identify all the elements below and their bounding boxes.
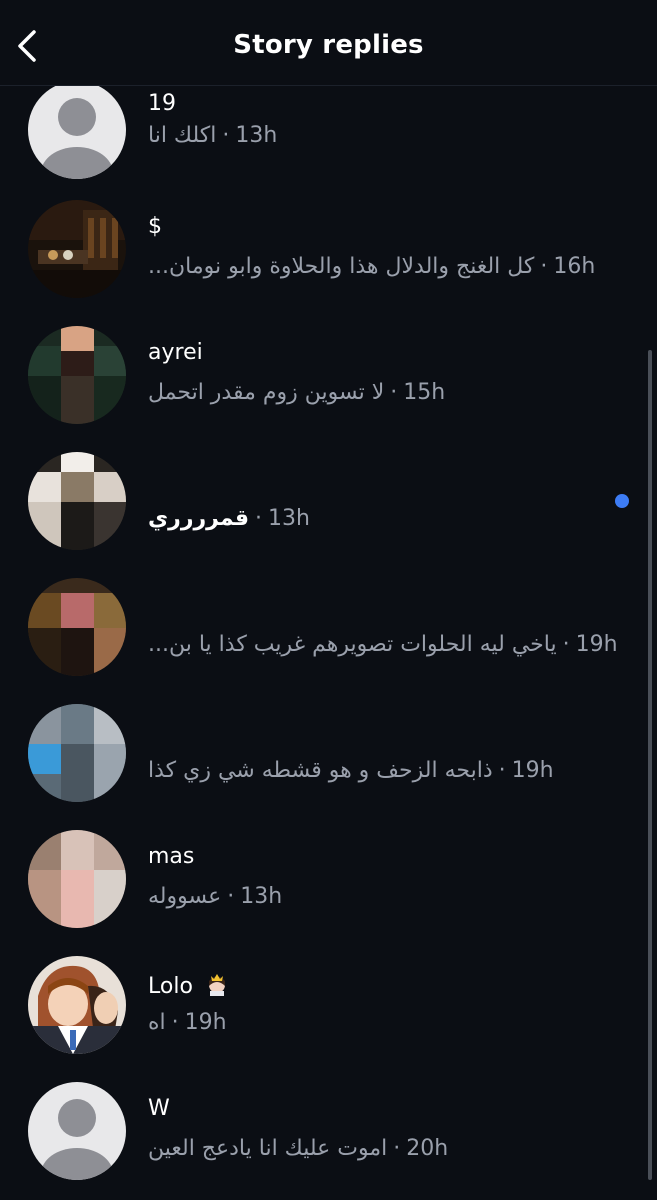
anime-avatar-icon (28, 956, 126, 1054)
reply-time: 19h (575, 632, 618, 657)
reply-time: 16h (553, 254, 596, 279)
pixelated-avatar-icon (28, 704, 126, 802)
reply-preview: قمرررري · 13h (148, 506, 310, 531)
reply-preview: ياخي ليه الحلوات تصويرهم غريب كذا يا بن.… (148, 632, 618, 657)
reply-preview: اه · 19h (148, 1010, 227, 1035)
pixelated-avatar-icon (28, 452, 126, 550)
reply-sender-name: $ (148, 214, 162, 239)
reply-message: عسووله (148, 884, 222, 909)
avatar (28, 578, 126, 676)
avatar (28, 704, 126, 802)
avatar (28, 452, 126, 550)
story-replies-list: 19 اكلك انا · 13h $ كل الغنج والدلال هذا و… (0, 86, 657, 1200)
reply-time: 15h (403, 380, 446, 405)
list-item[interactable]: ياخي ليه الحلوات تصويرهم غريب كذا يا بن.… (0, 578, 657, 704)
reply-time: 19h (511, 758, 554, 783)
reply-message: ذابحه الزحف و هو قشطه شي زي كذا (148, 758, 493, 783)
reply-preview: اموت عليك انا يادعج العين · 20h (148, 1136, 449, 1161)
reply-message: كل الغنج والدلال هذا والحلاوة وابو نومان… (148, 254, 535, 279)
photo-avatar-icon (28, 200, 126, 298)
list-item[interactable]: قمرررري · 13h (0, 452, 657, 578)
reply-preview: اكلك انا · 13h (148, 123, 278, 148)
reply-time: 19h (184, 1010, 227, 1035)
default-avatar-icon (28, 86, 126, 179)
list-item[interactable]: $ كل الغنج والدلال هذا والحلاوة وابو نوم… (0, 200, 657, 326)
pixelated-avatar-icon (28, 830, 126, 928)
reply-preview: عسووله · 13h (148, 884, 283, 909)
list-item[interactable]: W اموت عليك انا يادعج العين · 20h (0, 1082, 657, 1200)
avatar (28, 86, 126, 179)
reply-preview: كل الغنج والدلال هذا والحلاوة وابو نومان… (148, 254, 596, 279)
unread-indicator (615, 494, 629, 508)
reply-preview: ذابحه الزحف و هو قشطه شي زي كذا · 19h (148, 758, 554, 783)
list-item[interactable]: Lolo اه · 19h (0, 956, 657, 1082)
avatar (28, 326, 126, 424)
avatar (28, 1082, 126, 1180)
list-item[interactable]: 19 اكلك انا · 13h (0, 86, 657, 207)
reply-sender-name: 19 (148, 91, 176, 116)
pixelated-avatar-icon (28, 326, 126, 424)
default-avatar-icon (28, 1082, 126, 1180)
reply-sender-name: ayrei (148, 340, 203, 365)
reply-sender-name-text: Lolo (148, 974, 193, 999)
reply-message: لا تسوين زوم مقدر اتحمل (148, 380, 385, 405)
avatar (28, 200, 126, 298)
reply-message: اه (148, 1010, 166, 1035)
reply-sender-name: Lolo (148, 970, 230, 999)
reply-time: 13h (235, 123, 278, 148)
scrollbar[interactable] (648, 350, 652, 1180)
header: Story replies (0, 0, 657, 86)
reply-message: اموت عليك انا يادعج العين (148, 1136, 388, 1161)
reply-time: 20h (406, 1136, 449, 1161)
princess-crown-icon (208, 974, 225, 996)
pixelated-avatar-icon (28, 578, 126, 676)
list-item[interactable]: mas عسووله · 13h (0, 830, 657, 956)
page-title: Story replies (233, 30, 424, 60)
reply-message: ياخي ليه الحلوات تصويرهم غريب كذا يا بن.… (148, 632, 557, 657)
reply-sender-name: mas (148, 844, 195, 869)
reply-message: اكلك انا (148, 123, 217, 148)
avatar (28, 830, 126, 928)
list-item[interactable]: ayrei لا تسوين زوم مقدر اتحمل · 15h (0, 326, 657, 452)
reply-sender-name: W (148, 1096, 170, 1121)
reply-preview: لا تسوين زوم مقدر اتحمل · 15h (148, 380, 446, 405)
reply-time: 13h (268, 506, 310, 531)
avatar (28, 956, 126, 1054)
list-item[interactable]: ذابحه الزحف و هو قشطه شي زي كذا · 19h (0, 704, 657, 830)
reply-message: قمرررري (148, 506, 249, 531)
reply-time: 13h (240, 884, 283, 909)
